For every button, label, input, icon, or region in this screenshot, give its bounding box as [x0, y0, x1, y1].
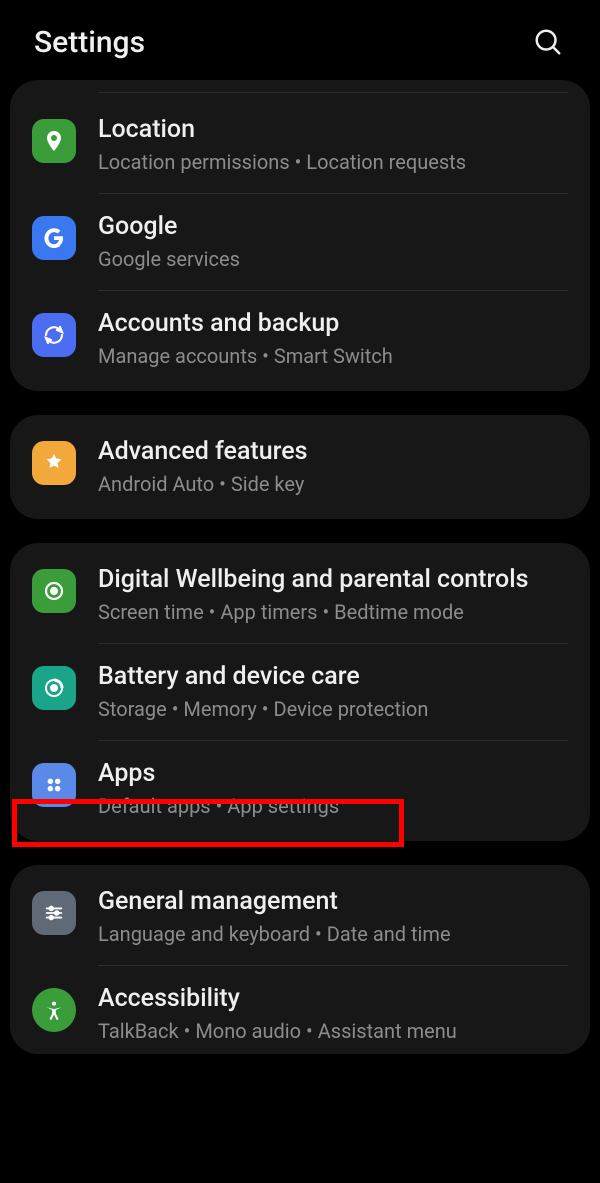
settings-item-general[interactable]: General management Language and keyboard…: [10, 869, 590, 965]
item-text: Digital Wellbeing and parental controls …: [98, 565, 568, 625]
item-subtitle: Manage accounts • Smart Switch: [98, 343, 568, 369]
item-subtitle: Google services: [98, 246, 568, 272]
item-title: Location: [98, 115, 568, 145]
location-icon: [32, 119, 76, 163]
settings-item-accounts[interactable]: Accounts and backup Manage accounts • Sm…: [10, 291, 590, 387]
settings-item-google[interactable]: Google Google services: [10, 194, 590, 290]
settings-item-advanced[interactable]: Advanced features Android Auto • Side ke…: [10, 419, 590, 515]
google-icon: [32, 216, 76, 260]
item-text: Accessibility TalkBack • Mono audio • As…: [98, 984, 568, 1044]
item-subtitle: Default apps • App settings: [98, 793, 568, 819]
settings-item-apps[interactable]: Apps Default apps • App settings: [10, 741, 590, 837]
sync-icon: [32, 313, 76, 357]
settings-item-battery[interactable]: Battery and device care Storage • Memory…: [10, 644, 590, 740]
item-title: General management: [98, 887, 568, 917]
item-title: Google: [98, 212, 568, 242]
settings-group-0: Location Location permissions • Location…: [10, 80, 590, 391]
item-text: General management Language and keyboard…: [98, 887, 568, 947]
item-text: Advanced features Android Auto • Side ke…: [98, 437, 568, 497]
item-text: Battery and device care Storage • Memory…: [98, 662, 568, 722]
apps-icon: [32, 763, 76, 807]
item-title: Battery and device care: [98, 662, 568, 692]
general-icon: [32, 891, 76, 935]
accessibility-icon: [32, 988, 76, 1032]
wellbeing-icon: [32, 569, 76, 613]
page-title: Settings: [34, 25, 145, 60]
item-title: Advanced features: [98, 437, 568, 467]
search-icon: [533, 27, 563, 57]
item-subtitle: Storage • Memory • Device protection: [98, 696, 568, 722]
item-subtitle: TalkBack • Mono audio • Assistant menu: [98, 1018, 568, 1044]
item-title: Apps: [98, 759, 568, 789]
item-text: Accounts and backup Manage accounts • Sm…: [98, 309, 568, 369]
header: Settings: [0, 0, 600, 80]
search-button[interactable]: [530, 24, 566, 60]
item-text: Apps Default apps • App settings: [98, 759, 568, 819]
settings-item-wellbeing[interactable]: Digital Wellbeing and parental controls …: [10, 547, 590, 643]
item-subtitle: Location permissions • Location requests: [98, 149, 568, 175]
item-title: Accounts and backup: [98, 309, 568, 339]
item-subtitle: Android Auto • Side key: [98, 471, 568, 497]
settings-group-1: Advanced features Android Auto • Side ke…: [10, 415, 590, 519]
settings-group-3: General management Language and keyboard…: [10, 865, 590, 1054]
settings-group-2: Digital Wellbeing and parental controls …: [10, 543, 590, 841]
advanced-icon: [32, 441, 76, 485]
item-text: Location Location permissions • Location…: [98, 115, 568, 175]
item-title: Accessibility: [98, 984, 568, 1014]
item-title: Digital Wellbeing and parental controls: [98, 565, 568, 595]
settings-item-location[interactable]: Location Location permissions • Location…: [10, 97, 590, 193]
item-subtitle: Screen time • App timers • Bedtime mode: [98, 599, 568, 625]
divider: [98, 92, 568, 93]
settings-item-accessibility[interactable]: Accessibility TalkBack • Mono audio • As…: [10, 966, 590, 1050]
item-text: Google Google services: [98, 212, 568, 272]
item-subtitle: Language and keyboard • Date and time: [98, 921, 568, 947]
battery-icon: [32, 666, 76, 710]
